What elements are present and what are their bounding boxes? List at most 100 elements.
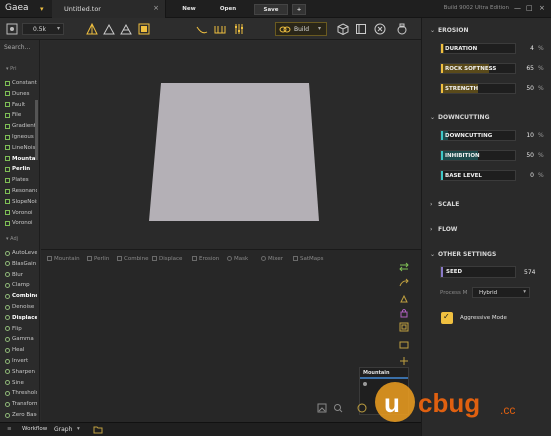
app-menu-caret-icon[interactable]: ▾: [40, 5, 44, 13]
primitive-node-item[interactable]: Plates: [5, 177, 37, 187]
param-value[interactable]: 4: [522, 45, 534, 52]
legend-item[interactable]: Mixer: [261, 256, 283, 262]
primitive-node-item[interactable]: Dunes: [5, 91, 37, 101]
legend-item[interactable]: Mask: [227, 256, 248, 262]
cancel-build-icon[interactable]: [374, 23, 386, 35]
param-value[interactable]: 50: [522, 152, 534, 159]
adjustment-node-item[interactable]: Zero Base: [5, 412, 37, 422]
primitive-node-item[interactable]: SlopeNoise: [5, 199, 37, 209]
param-slider[interactable]: ROCK SOFTNESS: [440, 63, 516, 74]
legend-item[interactable]: SatMaps: [293, 256, 324, 262]
adjustment-node-item[interactable]: Transform: [5, 401, 37, 411]
close-document-icon[interactable]: ×: [153, 4, 159, 12]
param-value[interactable]: 0: [522, 172, 534, 179]
3d-viewport[interactable]: [41, 41, 421, 249]
terrain-preview[interactable]: [149, 83, 319, 223]
plugin-icon[interactable]: [396, 23, 408, 35]
view-select-value[interactable]: Graph: [54, 426, 72, 433]
adjustment-node-item[interactable]: Heal: [5, 347, 37, 357]
new-button[interactable]: New: [176, 4, 202, 15]
adjustment-node-item[interactable]: Denoise: [5, 304, 37, 314]
param-slider[interactable]: BASE LEVEL: [440, 170, 516, 181]
adjustment-node-item[interactable]: Invert: [5, 358, 37, 368]
flow-section-header[interactable]: › FLOW: [430, 226, 457, 233]
primitive-node-item[interactable]: Voronoi: [5, 210, 37, 220]
swap-icon[interactable]: [399, 262, 409, 272]
aggressive-mode-checkbox[interactable]: ✓: [441, 312, 453, 324]
lock-view-icon[interactable]: [86, 23, 98, 35]
adjustment-node-item[interactable]: Threshold: [5, 390, 37, 400]
adjustment-node-item[interactable]: AutoLevel: [5, 250, 37, 260]
export-node-icon[interactable]: [399, 340, 409, 350]
document-tab[interactable]: Untitled.tor ×: [52, 0, 166, 18]
scale-section-header[interactable]: › SCALE: [430, 201, 459, 208]
param-value[interactable]: 10: [522, 132, 534, 139]
curve-icon[interactable]: [196, 23, 208, 35]
minimize-icon[interactable]: —: [514, 4, 521, 12]
open-button[interactable]: Open: [214, 4, 242, 15]
erosion-section-header[interactable]: ⌄ EROSION: [430, 27, 469, 34]
param-value[interactable]: 65: [522, 65, 534, 72]
primitive-node-item[interactable]: Voronoi: [5, 220, 37, 230]
fit-view-icon[interactable]: [6, 23, 18, 35]
legend-item[interactable]: Perlin: [87, 256, 109, 262]
add-tab-button[interactable]: +: [292, 4, 306, 15]
node-search-input[interactable]: Search...: [4, 44, 30, 51]
primitive-node-item[interactable]: Perlin: [5, 166, 37, 176]
adjustment-node-item[interactable]: Sharpen: [5, 369, 37, 379]
terrain-view-icon[interactable]: [103, 23, 115, 35]
cube-icon[interactable]: [337, 23, 349, 35]
folder-icon[interactable]: [93, 426, 103, 434]
adjustment-node-item[interactable]: Gamma: [5, 336, 37, 346]
primitives-group-header[interactable]: ▾ Pri: [6, 66, 16, 72]
export-icon[interactable]: [355, 23, 367, 35]
adjustment-node-item[interactable]: Sine: [5, 380, 37, 390]
share-icon[interactable]: [399, 278, 409, 288]
image-view-icon[interactable]: [138, 23, 150, 35]
param-value[interactable]: 50: [522, 85, 534, 92]
lock-icon[interactable]: [399, 308, 409, 318]
legend-item[interactable]: Combine: [117, 256, 148, 262]
seed-value[interactable]: 574: [524, 269, 535, 276]
close-window-icon[interactable]: ×: [539, 4, 545, 12]
downcutting-section-header[interactable]: ⌄ DOWNCUTTING: [430, 114, 490, 121]
primitive-node-item[interactable]: Gradient: [5, 123, 37, 133]
library-scrollbar[interactable]: [35, 100, 38, 160]
primitive-node-item[interactable]: Fault: [5, 102, 37, 112]
sliders-icon[interactable]: [233, 23, 245, 35]
seed-field[interactable]: SEED: [440, 266, 516, 278]
mesh-view-icon[interactable]: [120, 23, 132, 35]
adjustment-node-item[interactable]: BlasGain: [5, 261, 37, 271]
param-slider[interactable]: INHIBITION: [440, 150, 516, 161]
primitive-node-item[interactable]: Resonance: [5, 188, 37, 198]
maximize-icon[interactable]: □: [526, 4, 533, 12]
build-button[interactable]: Build ▾: [275, 22, 327, 36]
param-slider[interactable]: DURATION: [440, 43, 516, 54]
erosion-node-icon[interactable]: [399, 294, 409, 304]
adjustment-node-item[interactable]: Combine: [5, 293, 37, 303]
legend-item[interactable]: Displace: [152, 256, 182, 262]
primitive-node-item[interactable]: Constant: [5, 80, 37, 90]
save-button[interactable]: Save: [254, 4, 288, 15]
param-slider[interactable]: STRENGTH: [440, 83, 516, 94]
menu-icon[interactable]: ≡: [7, 426, 12, 432]
legend-item[interactable]: Erosion: [192, 256, 219, 262]
adjustments-group-header[interactable]: ▾ Adj: [6, 236, 18, 242]
chevron-down-icon[interactable]: ▾: [77, 426, 80, 432]
primitive-node-item[interactable]: File: [5, 112, 37, 122]
adjustment-node-item[interactable]: Displace: [5, 315, 37, 325]
primitive-node-item[interactable]: Igneous: [5, 134, 37, 144]
other-settings-section-header[interactable]: ⌄ OTHER SETTINGS: [430, 251, 496, 258]
primitive-node-item[interactable]: LineNoise: [5, 145, 37, 155]
image-icon[interactable]: [317, 403, 327, 413]
adjustment-node-item[interactable]: Blur: [5, 272, 37, 282]
adjustment-node-item[interactable]: Flip: [5, 326, 37, 336]
primitive-node-item[interactable]: Mountain: [5, 156, 37, 166]
legend-item[interactable]: Mountain: [47, 256, 80, 262]
zoom-icon[interactable]: [333, 403, 343, 413]
histogram-icon[interactable]: [214, 23, 226, 35]
adjustment-node-item[interactable]: Clamp: [5, 282, 37, 292]
param-slider[interactable]: DOWNCUTTING: [440, 130, 516, 141]
process-mode-select[interactable]: Hybrid ▾: [472, 287, 530, 298]
frame-icon[interactable]: [399, 322, 409, 332]
